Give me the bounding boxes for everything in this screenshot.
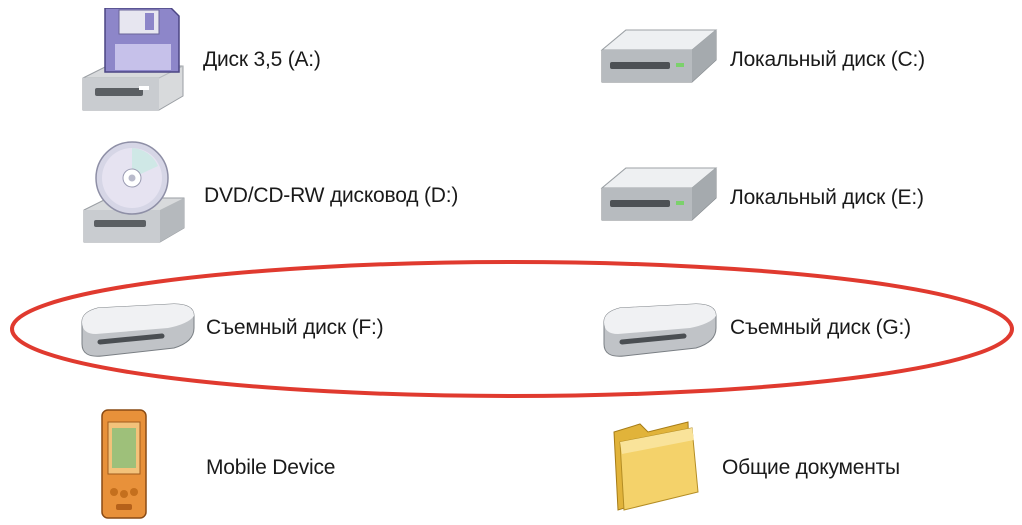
drive-label: Локальный диск (E:): [730, 186, 924, 209]
dvd-drive-icon: [83, 141, 185, 243]
floppy-drive-icon: [82, 8, 184, 111]
folder-icon: [613, 421, 699, 511]
drive-item-c[interactable]: Локальный диск (C:): [596, 20, 996, 90]
explorer-drive-view: Диск 3,5 (A:) Локальный диск (C:) DVD/CD: [0, 0, 1022, 525]
drive-item-f[interactable]: Съемный диск (F:): [78, 298, 458, 368]
folder-label: Общие документы: [722, 456, 900, 479]
drive-label: Локальный диск (C:): [730, 48, 925, 71]
pda-icon: [101, 409, 147, 519]
drive-label: DVD/CD-RW дисковод (D:): [204, 184, 459, 207]
device-label: Mobile Device: [206, 456, 336, 479]
drive-item-g[interactable]: Съемный диск (G:): [600, 298, 980, 368]
drive-label: Диск 3,5 (A:): [203, 48, 321, 71]
drive-label: Съемный диск (G:): [730, 316, 911, 339]
drive-label: Съемный диск (F:): [206, 316, 384, 339]
device-item-mobile[interactable]: Mobile Device: [100, 408, 400, 523]
drive-item-a[interactable]: Диск 3,5 (A:): [75, 8, 375, 118]
folder-item-shared-docs[interactable]: Общие документы: [610, 418, 970, 514]
hard-disk-icon: [600, 167, 718, 221]
drive-item-e[interactable]: Локальный диск (E:): [596, 158, 996, 228]
drive-item-d[interactable]: DVD/CD-RW дисковод (D:): [78, 140, 548, 250]
removable-disk-icon: [603, 303, 717, 357]
hard-disk-icon: [600, 29, 718, 83]
removable-disk-icon: [81, 303, 195, 357]
